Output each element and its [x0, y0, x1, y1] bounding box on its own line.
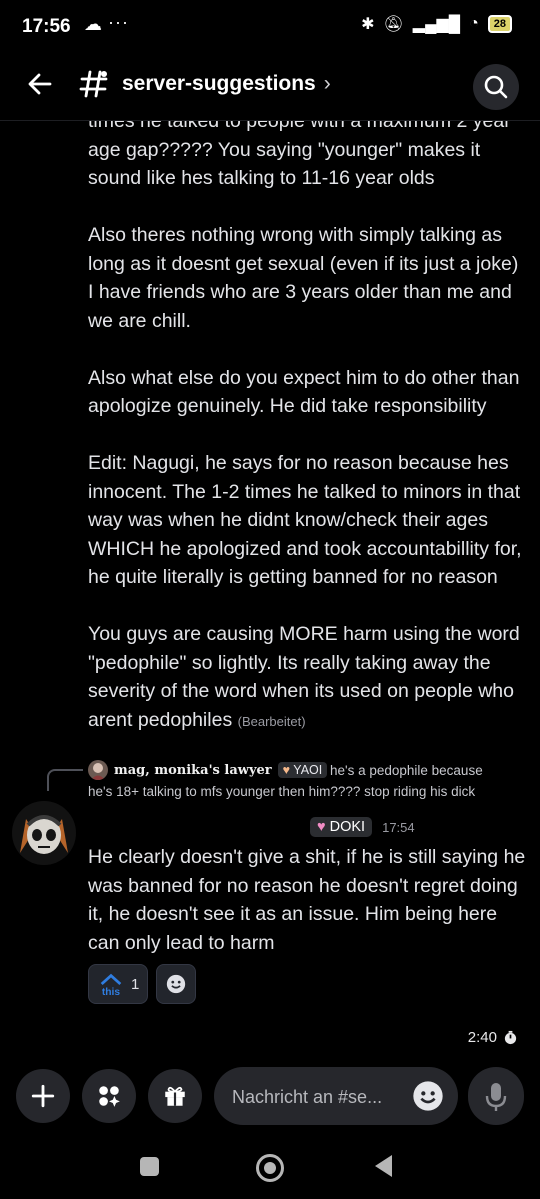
slowmode-timer: 2:40: [468, 1029, 518, 1046]
channel-name: server-suggestions: [122, 72, 316, 95]
cloud-icon: ☁: [84, 14, 102, 34]
status-bar: 17:56 ☁ ··· ✱ 🔕︎ ▂▄▆█ ◔ 28: [0, 0, 540, 56]
add-reaction-button[interactable]: [156, 964, 197, 1004]
message-paragraph-last: You guys are causing MORE harm using the…: [88, 620, 528, 736]
message-timestamp: 17:54: [382, 819, 415, 835]
more-notifications-icon: ···: [108, 12, 129, 32]
microphone-icon: [485, 1083, 507, 1111]
reaction-count: 1: [131, 975, 140, 993]
clock: 17:56: [22, 16, 71, 37]
message-paragraph: age gap????? You saying "younger" makes …: [88, 138, 481, 190]
heart-icon: ♥: [317, 819, 326, 835]
stopwatch-icon: [504, 1030, 517, 1045]
this-emoji-label: this: [102, 987, 121, 998]
reply-preview-line2[interactable]: he's 18+ talking to mfs younger then him…: [88, 784, 475, 799]
signal-icon: ▂▄▆█: [412, 16, 461, 33]
voice-message-button[interactable]: [468, 1067, 524, 1125]
duration-text: 2:40: [467, 1029, 497, 1046]
tag-label: YAOI: [293, 763, 323, 777]
edited-label: (Bearbeitet): [237, 713, 306, 729]
reactions-row: this 1: [88, 964, 197, 1004]
author-avatar[interactable]: [12, 801, 76, 865]
back-arrow-icon[interactable]: [24, 68, 56, 100]
reply-author[interactable]: mag, monika's lawyer ♥ YAOI: [114, 762, 328, 778]
home-button[interactable]: [256, 1154, 284, 1182]
message-paragraph: Also theres nothing wrong with simply ta…: [88, 224, 519, 332]
reply-author-name: mag, monika's lawyer: [114, 763, 272, 778]
emoji-picker-icon[interactable]: [412, 1080, 444, 1112]
chevron-right-icon: ›: [323, 72, 331, 95]
role-badge[interactable]: ♥ DOKI: [310, 817, 373, 837]
channel-title[interactable]: server-suggestions ›: [122, 72, 331, 96]
wifi-icon: ◔: [469, 15, 479, 32]
bluetooth-icon: ✱: [361, 16, 375, 33]
this-emoji-icon: this: [100, 973, 122, 998]
smiley-icon: [167, 974, 186, 994]
cut-off-line: times he talked to people with a maximum…: [88, 121, 511, 132]
apps-button[interactable]: [82, 1069, 136, 1123]
message-composer: [0, 1057, 540, 1135]
message-list[interactable]: times he talked to people with a maximum…: [0, 121, 540, 1051]
channel-hash-icon: [79, 70, 108, 98]
mute-bell-icon: 🔕︎: [383, 16, 404, 33]
message-paragraph: Also what else do you expect him to do o…: [88, 366, 520, 418]
recents-button[interactable]: [140, 1157, 159, 1176]
heart-icon: ♥: [282, 763, 291, 777]
system-back-button[interactable]: [375, 1155, 392, 1177]
message-input[interactable]: [230, 1081, 394, 1113]
search-button[interactable]: [473, 64, 519, 110]
message-paragraph: Edit: Nagugi, he says for no reason beca…: [88, 452, 522, 588]
reply-connector: [47, 769, 83, 791]
gift-button[interactable]: [148, 1069, 202, 1123]
channel-header: server-suggestions ›: [0, 56, 540, 121]
reaction-this[interactable]: this 1: [88, 964, 149, 1004]
reply-author-tag: ♥ YAOI: [277, 762, 328, 778]
reply-preview-line1[interactable]: he's a pedophile because: [330, 763, 483, 778]
message-input-container: [214, 1067, 458, 1125]
message-body: He clearly doesn't give a shit, if he is…: [88, 846, 526, 954]
battery-icon: 28: [487, 15, 512, 33]
plus-icon: [31, 1084, 55, 1108]
reply-avatar[interactable]: [88, 760, 108, 780]
author-row: ♥ DOKI 17:54: [310, 817, 415, 837]
previous-message-body: times he talked to people with a maximum…: [88, 121, 528, 736]
role-badge-label: DOKI: [329, 819, 366, 835]
status-icons: ✱ 🔕︎ ▂▄▆█ ◔ 28: [361, 14, 512, 34]
gift-icon: [165, 1086, 185, 1106]
system-nav-bar: [0, 1135, 540, 1199]
add-attachment-button[interactable]: [16, 1069, 70, 1123]
search-icon: [484, 75, 508, 99]
apps-icon: [99, 1086, 120, 1107]
